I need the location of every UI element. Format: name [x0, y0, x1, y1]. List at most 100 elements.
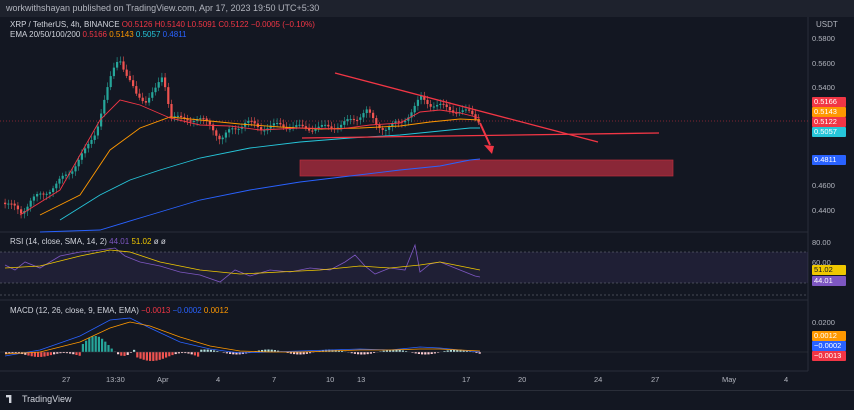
candle-body: [116, 62, 118, 68]
ohlc-low: L0.5091: [187, 20, 216, 29]
ohlc-change: −0.0005 (−0.10%): [251, 20, 315, 29]
macd-legend[interactable]: MACD (12, 26, close, 9, EMA, EMA) −0.001…: [10, 306, 228, 315]
macd-bar: [207, 350, 209, 352]
ema100-price-tag: 0.5057: [812, 127, 846, 137]
macd-bar: [360, 352, 362, 354]
price-level: 0.4600: [812, 181, 835, 190]
macd-hist-value: −0.0013: [141, 306, 170, 315]
candle-body: [113, 68, 115, 76]
candle-body: [276, 123, 278, 124]
currency-label: USDT: [816, 20, 838, 29]
macd-signal-line: [5, 322, 480, 354]
macd-bar: [450, 350, 452, 352]
symbol-legend[interactable]: XRP / TetherUS, 4h, BINANCE O0.5126 H0.5…: [10, 20, 315, 30]
candle-body: [231, 128, 233, 129]
macd-signal-tag: 0.0012: [812, 331, 846, 341]
candle-body: [366, 109, 368, 113]
macd-bar: [399, 350, 401, 352]
candle-body: [446, 104, 448, 107]
candle-body: [106, 87, 108, 100]
macd-bar: [95, 336, 97, 352]
candle-body: [439, 104, 441, 105]
macd-histogram: [5, 336, 481, 361]
candle-body: [180, 116, 182, 117]
candle-body: [14, 204, 16, 206]
macd-bar: [175, 352, 177, 354]
candle-body: [52, 188, 54, 192]
demand-zone[interactable]: [300, 160, 673, 176]
candle-body: [97, 126, 99, 135]
candle-body: [4, 203, 6, 204]
candle-body: [263, 130, 265, 131]
macd-bar: [107, 345, 109, 352]
ohlc-open: O0.5126: [122, 20, 153, 29]
candle-body: [39, 194, 41, 195]
candle-body: [138, 94, 140, 98]
price-level: 0.5400: [812, 83, 835, 92]
candle-body: [170, 104, 172, 117]
candle-body: [10, 204, 12, 205]
ema20-value: 0.5166: [83, 30, 107, 39]
publisher-text: workwithshayan published on TradingView.…: [6, 3, 319, 13]
macd-bar: [37, 352, 39, 357]
candle-body: [90, 140, 92, 144]
tradingview-logo[interactable]: TradingView: [6, 394, 72, 404]
last-price-tag: 0.5122: [812, 117, 846, 127]
ohlc-high: H0.5140: [155, 20, 185, 29]
candle-body: [417, 100, 419, 106]
macd-bar: [50, 352, 52, 355]
candle-body: [398, 121, 400, 122]
macd-bar: [427, 352, 429, 354]
candle-body: [154, 88, 156, 93]
time-label: 4: [216, 375, 220, 384]
candle-body: [161, 77, 163, 82]
ema20-price-tag: 0.5166: [812, 97, 846, 107]
macd-bar: [120, 352, 122, 356]
ema200-price-tag: 0.4811: [812, 155, 846, 165]
candle-body: [164, 77, 166, 87]
macd-bar: [149, 352, 151, 361]
macd-bar: [306, 352, 308, 354]
candle-body: [199, 118, 201, 119]
rsi-tag: 44.01: [812, 276, 846, 286]
candle-body: [65, 175, 67, 176]
candle-body: [167, 87, 169, 104]
macd-bar: [354, 352, 356, 354]
macd-bar: [418, 352, 420, 354]
candle-body: [350, 119, 352, 120]
price-chart[interactable]: [0, 17, 854, 390]
rsi-legend[interactable]: RSI (14, close, SMA, 14, 2) 44.01 51.02 …: [10, 237, 166, 246]
macd-bar: [101, 339, 103, 352]
macd-bar: [75, 352, 77, 355]
ema200-value: 0.4811: [163, 30, 187, 39]
candle-body: [321, 125, 323, 127]
candle-body: [225, 133, 227, 138]
macd-bar: [47, 352, 49, 356]
macd-bar: [117, 352, 119, 354]
rsi-sma-value: 51.02: [131, 237, 151, 246]
macd-bar: [367, 352, 369, 354]
candle-body: [372, 113, 374, 118]
candle-body: [142, 98, 144, 101]
candle-body: [122, 61, 124, 69]
price-level: 0.5800: [812, 34, 835, 43]
macd-bar: [72, 352, 74, 354]
candle-body: [359, 117, 361, 120]
ema-legend[interactable]: EMA 20/50/100/200 0.5166 0.5143 0.5057 0…: [10, 30, 187, 40]
macd-bar: [127, 352, 129, 355]
ema50-price-tag: 0.5143: [812, 107, 846, 117]
macd-bar: [171, 352, 173, 355]
candle-body: [273, 123, 275, 125]
rsi-sma-tag: 51.02: [812, 265, 846, 275]
candle-body: [442, 104, 444, 105]
candle-body: [148, 98, 150, 103]
candle-body: [30, 201, 32, 207]
macd-bar: [98, 337, 100, 352]
candle-body: [382, 128, 384, 130]
candle-body: [340, 125, 342, 128]
macd-bar: [104, 342, 106, 352]
time-label: 13:30: [106, 375, 125, 384]
candle-body: [46, 194, 48, 195]
macd-bar: [146, 352, 148, 361]
candle-body: [193, 121, 195, 122]
